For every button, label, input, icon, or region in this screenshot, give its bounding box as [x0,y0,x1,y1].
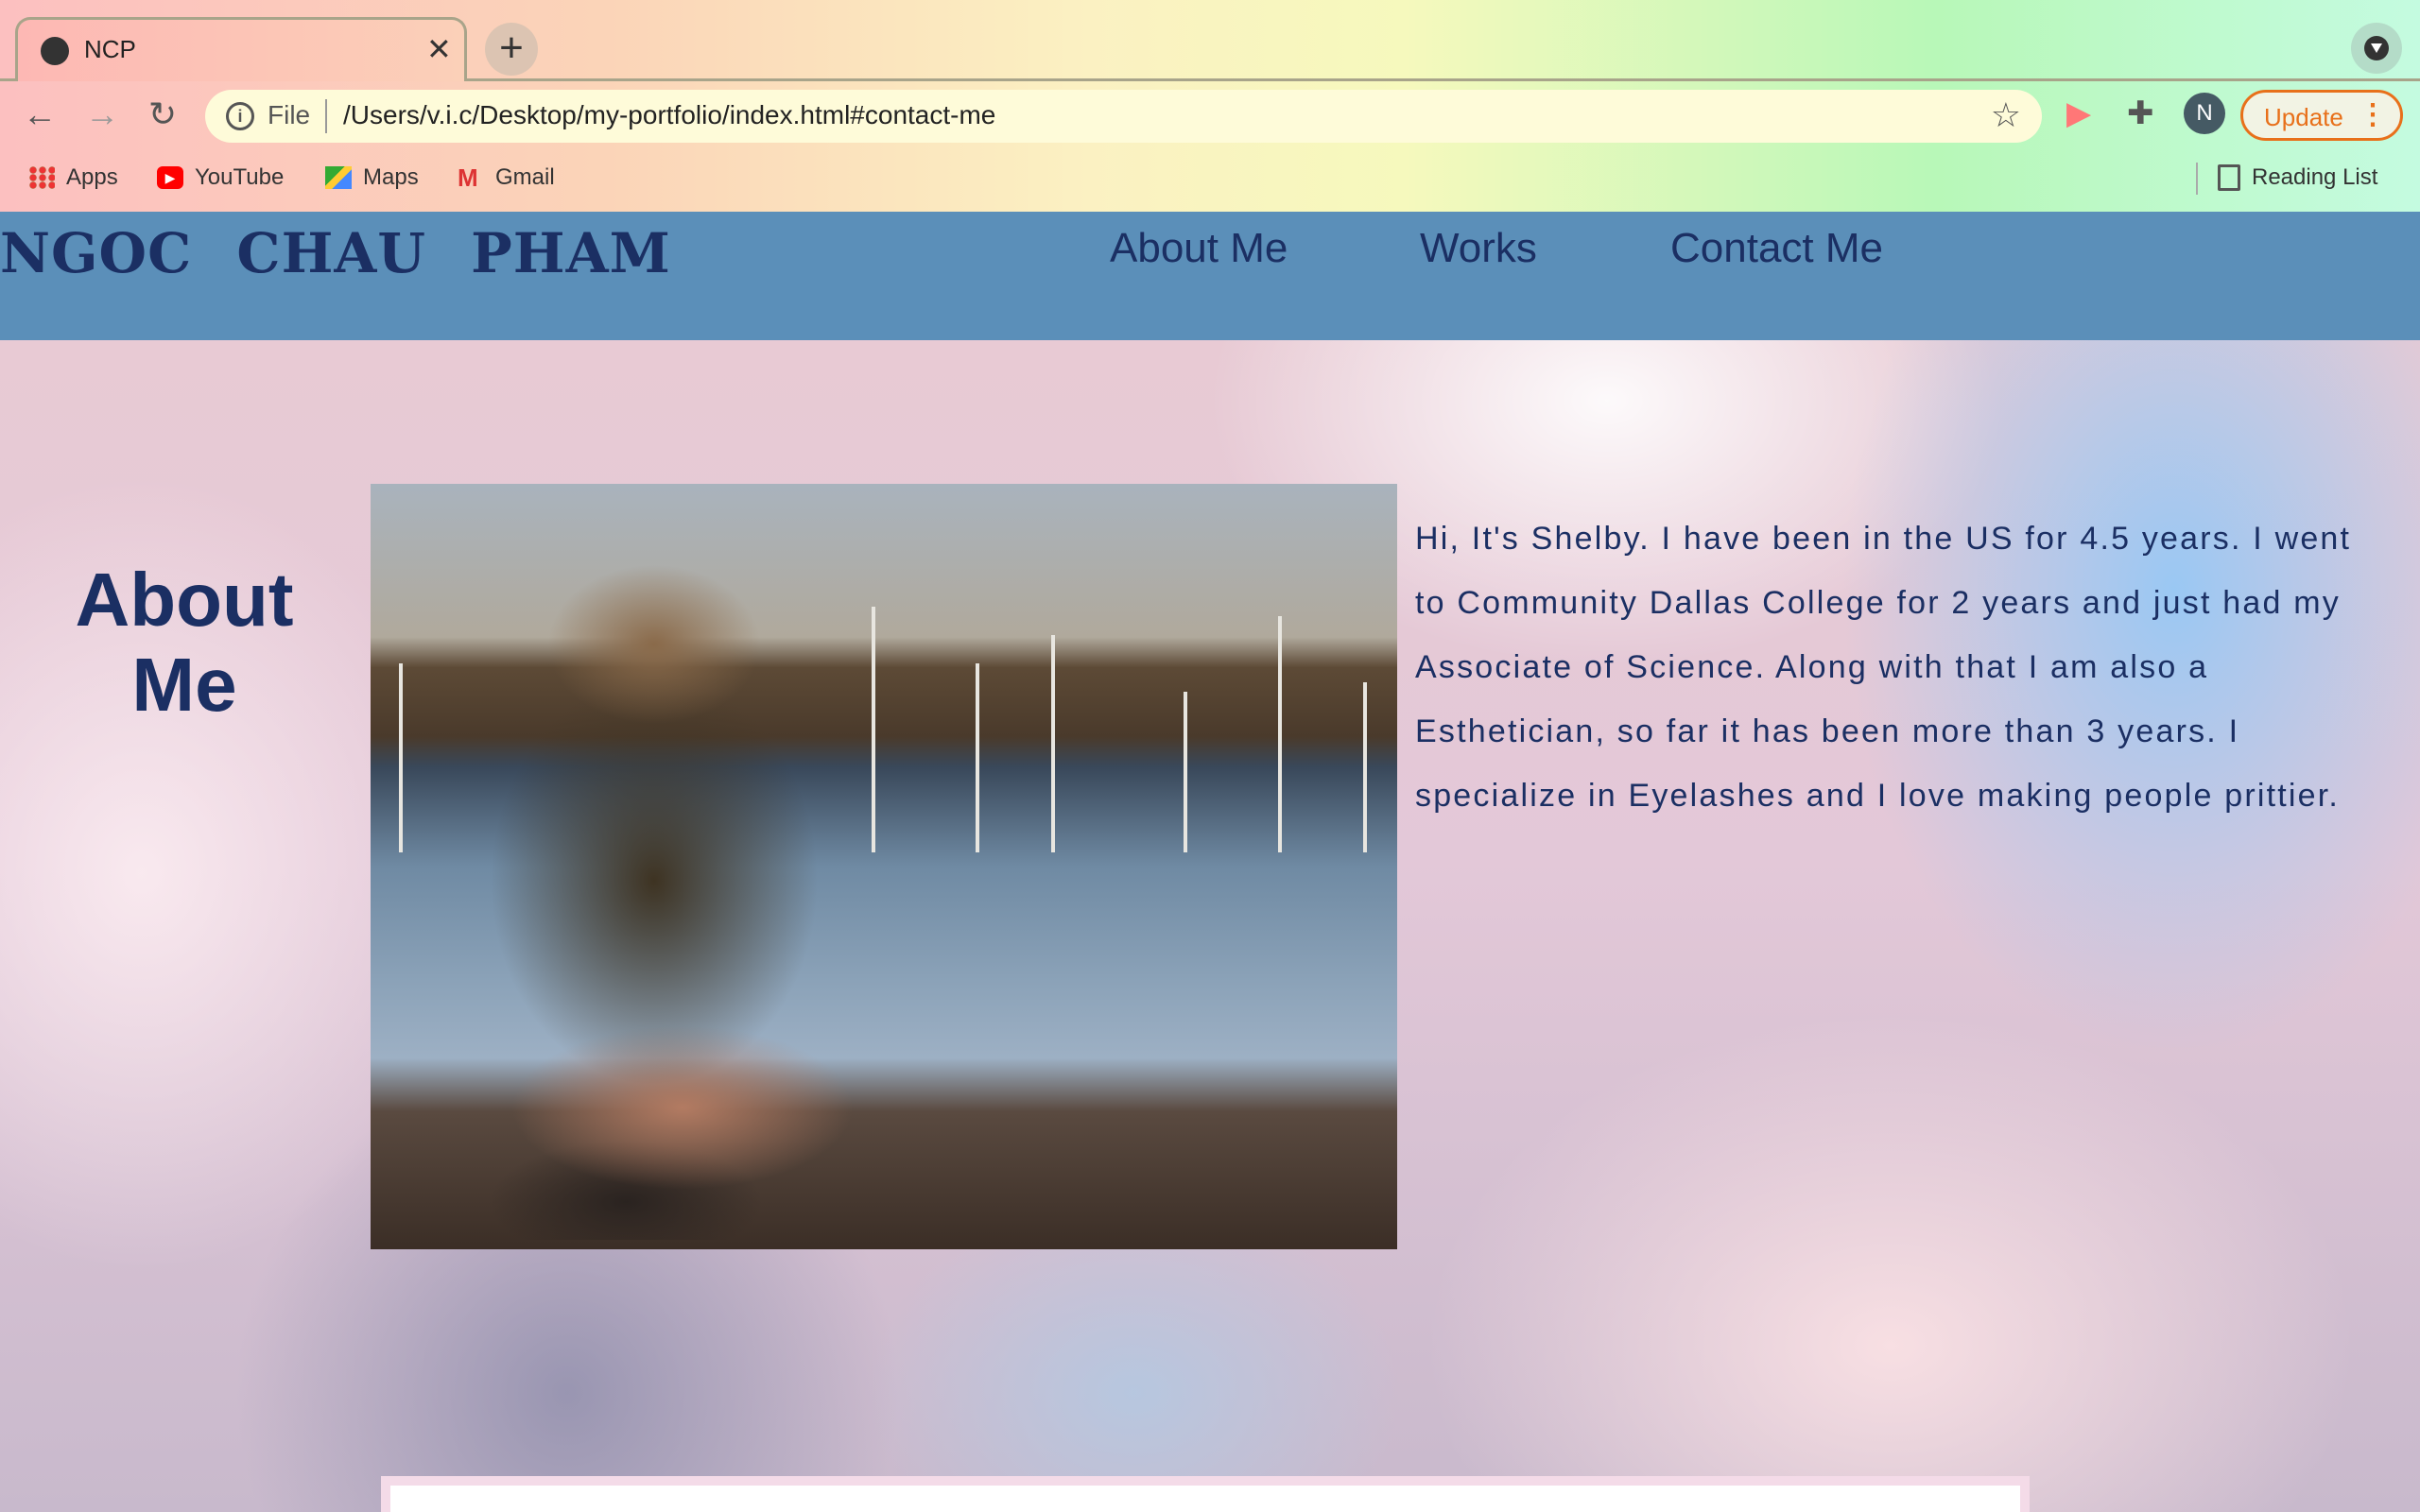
bio-line: Hi, It's Shelby. I have been in the US f… [1415,521,2352,557]
tab-title: NCP [84,35,136,63]
page-content: NGOC CHAU PHAM About Me Works Contact Me… [0,212,2420,1512]
maps-icon [325,166,352,189]
browser-chrome: NCP ✕ + ← → ↻ i File /Users/v.i.c/Deskto… [0,0,2420,212]
reload-button[interactable]: ↻ [142,94,183,134]
reading-list-button[interactable]: Reading List [2218,164,2377,191]
reading-list-icon [2218,164,2240,191]
bookmark-label: Apps [66,164,118,190]
bookmark-label: Maps [363,164,419,190]
avatar[interactable]: N [2184,93,2225,134]
extension-icon[interactable]: ▶ [2066,94,2091,132]
site-brand: NGOC CHAU PHAM [0,221,671,285]
bio-paragraph: Hi, It's Shelby. I have been in the US f… [1415,507,2417,828]
address-bar[interactable]: i File /Users/v.i.c/Desktop/my-portfolio… [205,90,2042,143]
nav-about-me[interactable]: About Me [1110,225,1288,272]
nav-contact-me[interactable]: Contact Me [1670,225,1883,272]
site-header: NGOC CHAU PHAM About Me Works Contact Me [0,212,2420,340]
bookmark-gmail[interactable]: M Gmail [458,164,555,191]
bio-line: to Community Dallas College for 2 years … [1415,585,2341,621]
url-text[interactable]: /Users/v.i.c/Desktop/my-portfolio/index.… [343,100,995,130]
update-label: Update [2264,103,2343,131]
bookmark-maps[interactable]: Maps [325,164,419,191]
back-button[interactable]: ← [19,94,60,134]
update-button[interactable]: Update ⋮ [2240,90,2403,141]
profile-photo [371,484,1397,1249]
bookmark-youtube[interactable]: ▶ YouTube [157,164,284,191]
browser-tab[interactable]: NCP ✕ [15,17,467,81]
bio-line: Esthetician, so far it has been more tha… [1415,713,2240,749]
works-section-inner [390,1486,2020,1512]
tab-search-button[interactable] [2351,23,2402,74]
bookmark-label: Gmail [495,164,555,190]
youtube-icon: ▶ [157,166,183,189]
bio-line: specialize in Eyelashes and I love makin… [1415,778,2341,814]
new-tab-button[interactable]: + [485,23,538,76]
url-scheme-label: File [268,100,311,129]
apps-grid-icon [28,166,55,189]
globe-icon [41,37,69,65]
puzzle-icon[interactable]: ✚ [2127,94,2154,132]
nav-works[interactable]: Works [1420,225,1537,272]
chevron-down-icon [2371,43,2382,53]
bio-line: Associate of Science. Along with that I … [1415,649,2209,685]
divider [325,99,327,133]
bookmark-label: YouTube [195,164,285,190]
about-heading-line: About [75,558,294,642]
info-icon[interactable]: i [226,102,254,130]
gmail-icon: M [458,163,478,192]
bookmark-star-icon[interactable]: ☆ [1991,95,2021,135]
about-heading-line: Me [131,643,237,727]
forward-button[interactable]: → [81,94,123,134]
bookmark-apps[interactable]: Apps [28,164,118,191]
works-section-box [381,1476,2030,1512]
reading-list-label: Reading List [2252,164,2378,190]
divider [2196,163,2198,195]
person-figure [437,541,928,1240]
more-icon: ⋮ [2359,99,2387,130]
about-heading: About Me [38,558,331,728]
close-tab-icon[interactable]: ✕ [426,31,452,67]
